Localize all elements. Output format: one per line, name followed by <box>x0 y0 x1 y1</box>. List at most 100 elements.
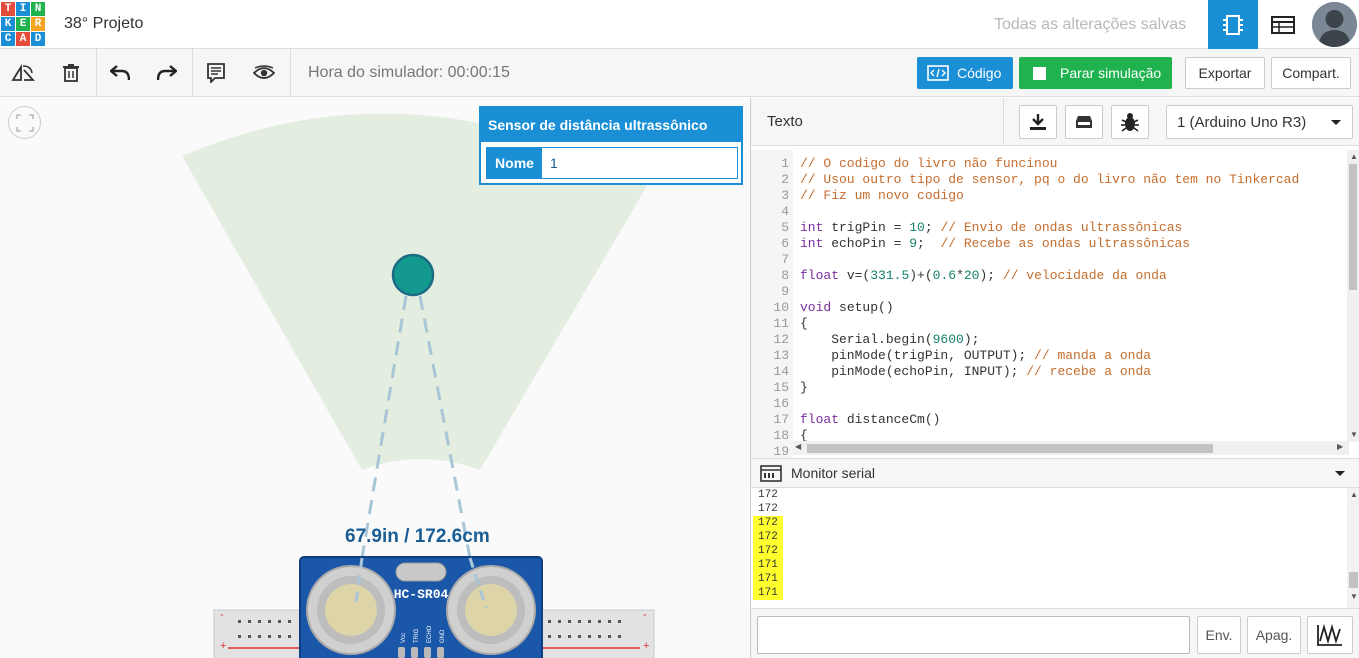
code-line[interactable]: } <box>800 380 808 396</box>
serial-scroll-thumb[interactable] <box>1349 572 1358 588</box>
scroll-left-arrow-icon[interactable]: ◀ <box>795 442 801 451</box>
board-select-value: 1 (Arduino Uno R3) <box>1177 113 1307 131</box>
serial-monitor-title: Monitor serial <box>791 465 876 481</box>
code-mode-label[interactable]: Texto <box>767 113 803 130</box>
serial-scroll-down-icon[interactable]: ▼ <box>1350 592 1358 601</box>
editor-vertical-scroll-thumb[interactable] <box>1349 164 1357 290</box>
code-panel-header: Texto 1 (Arduino Uno R3) <box>751 98 1359 146</box>
line-number: 3 <box>781 188 789 203</box>
notes-button[interactable] <box>200 57 232 89</box>
bug-icon <box>1121 113 1139 132</box>
toolbar-divider <box>192 49 193 97</box>
inspector-name-input[interactable]: 1 <box>542 148 737 178</box>
tinkercad-logo[interactable]: TIN KER CAD <box>1 2 45 46</box>
code-token: float <box>800 268 840 283</box>
scroll-right-arrow-icon[interactable]: ▶ <box>1337 442 1343 451</box>
stop-simulation-button[interactable]: Parar simulação <box>1019 57 1172 89</box>
inspector-name-label: Nome <box>487 148 542 178</box>
chevron-down-icon <box>1331 120 1341 125</box>
code-line[interactable]: // Fiz um novo codigo <box>800 188 964 204</box>
code-editor-icon <box>927 65 949 81</box>
line-number: 18 <box>773 428 789 443</box>
code-token: void <box>800 300 832 315</box>
editor-vertical-scrollbar[interactable]: ▲ ▼ <box>1347 150 1359 442</box>
line-number: 9 <box>781 284 789 299</box>
scroll-up-arrow-icon[interactable]: ▲ <box>1350 152 1358 161</box>
code-line[interactable]: pinMode(echoPin, INPUT); // recebe a ond… <box>800 364 1151 380</box>
serial-scroll-up-icon[interactable]: ▲ <box>1350 490 1358 499</box>
serial-scrollbar[interactable]: ▲ ▼ <box>1347 488 1359 608</box>
serial-line: 171 <box>753 586 783 600</box>
user-avatar[interactable] <box>1312 2 1357 47</box>
code-line[interactable]: { <box>800 316 808 332</box>
component-inspector: Sensor de distância ultrassônico Nome 1 <box>479 106 743 185</box>
board-select[interactable]: 1 (Arduino Uno R3) <box>1166 105 1353 139</box>
serial-clear-button[interactable]: Apag. <box>1247 616 1301 654</box>
code-line[interactable]: // Usou outro tipo de sensor, pq o do li… <box>800 172 1299 188</box>
collapse-chevron-icon[interactable] <box>1334 468 1346 480</box>
editor-horizontal-scroll-thumb[interactable] <box>807 444 1213 453</box>
code-token: echoPin = <box>823 236 910 251</box>
line-number: 16 <box>773 396 789 411</box>
code-line[interactable]: float v=(331.5)+(0.6*20); // velocidade … <box>800 268 1167 284</box>
code-editor[interactable]: 1 2 3 4 5 6 7 8 9 10 11 12 13 14 15 16 17 18 19 // O codig… <box>751 150 1349 458</box>
library-button[interactable] <box>1065 105 1103 139</box>
pin-label-vcc: Vcc <box>401 633 407 643</box>
notes-icon <box>207 63 225 83</box>
editor-horizontal-scrollbar[interactable]: ◀ ▶ <box>793 441 1349 455</box>
export-button[interactable]: Exportar <box>1185 57 1265 89</box>
scroll-down-arrow-icon[interactable]: ▼ <box>1350 430 1358 439</box>
logo-letter: E <box>16 17 30 31</box>
serial-line: 172 <box>753 544 783 558</box>
code-line[interactable]: float distanceCm() <box>800 412 940 428</box>
code-line[interactable]: void setup() <box>800 300 894 316</box>
code-token: // O codigo do livro não funcinou <box>800 156 1058 171</box>
logo-letter: A <box>16 32 30 46</box>
code-line[interactable]: pinMode(trigPin, OUTPUT); // manda a ond… <box>800 348 1151 364</box>
project-title[interactable]: 38° Projeto <box>64 15 143 33</box>
code-token: 20 <box>963 268 980 283</box>
code-token: ); <box>979 268 1003 283</box>
serial-send-button[interactable]: Env. <box>1197 616 1241 654</box>
line-number: 4 <box>781 204 789 219</box>
stop-simulation-label: Parar simulação <box>1060 65 1162 81</box>
code-line[interactable]: Serial.begin(9600); <box>800 332 979 348</box>
download-icon <box>1030 114 1046 130</box>
serial-output: 172 172 172 172 172 171 171 171 <box>751 488 1347 606</box>
download-code-button[interactable] <box>1019 105 1057 139</box>
share-button[interactable]: Compart. <box>1271 57 1351 89</box>
code-token: 10 <box>909 220 925 235</box>
serial-monitor-header[interactable]: Monitor serial <box>751 458 1359 488</box>
undo-button[interactable] <box>104 57 136 89</box>
serial-line: 172 <box>758 489 778 501</box>
code-token: distanceCm() <box>839 412 941 427</box>
delete-button[interactable] <box>55 57 87 89</box>
visibility-button[interactable] <box>248 57 280 89</box>
serial-input[interactable] <box>757 616 1190 654</box>
code-token: // Usou outro tipo de sensor, pq o do li… <box>800 172 1300 187</box>
component-list-button[interactable] <box>1258 0 1308 49</box>
logo-letter: N <box>31 2 45 16</box>
svg-text:+: + <box>643 640 649 652</box>
code-token: int <box>800 236 824 251</box>
code-token: // velocidade da onda <box>1002 268 1167 283</box>
terminal-icon <box>760 465 782 482</box>
code-line[interactable]: int trigPin = 10; // Envio de ondas ultr… <box>800 220 1182 236</box>
ultrasonic-sensor[interactable]: HC-SR04 Vcc TRIG ECHO GND <box>299 556 543 658</box>
circuit-chip-icon <box>1223 14 1243 35</box>
debugger-button[interactable] <box>1111 105 1149 139</box>
redo-button[interactable] <box>151 57 183 89</box>
rotate-button[interactable] <box>7 57 39 89</box>
code-token: 9 <box>909 236 918 251</box>
code-line[interactable]: // O codigo do livro não funcinou <box>800 156 1057 172</box>
code-line[interactable]: int echoPin = 9; // Recebe as ondas ultr… <box>800 236 1190 252</box>
code-token: * <box>956 268 964 283</box>
top-bar: TIN KER CAD 38° Projeto Todas as alteraçõe… <box>0 0 1359 49</box>
line-number: 8 <box>781 268 789 283</box>
code-token: pinMode(echoPin, INPUT); <box>800 364 1027 379</box>
code-button[interactable]: Código <box>917 57 1013 89</box>
library-icon <box>1076 116 1092 128</box>
circuit-view-button[interactable] <box>1208 0 1258 49</box>
serial-plotter-button[interactable] <box>1307 616 1353 654</box>
logo-letter: C <box>1 32 15 46</box>
